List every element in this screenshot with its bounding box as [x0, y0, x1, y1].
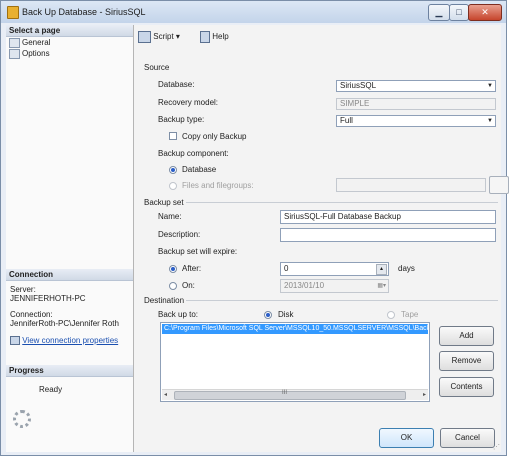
backup-type-label: Backup type: [158, 115, 205, 124]
component-database-label: Database [182, 165, 217, 174]
help-icon [200, 31, 210, 43]
script-icon [138, 31, 151, 43]
backup-dialog-window: Back Up Database - SiriusSQL ▁ □ ✕ Selec… [0, 0, 509, 456]
filegroups-field [336, 178, 486, 192]
backup-type-combo[interactable]: Full ▼ [336, 115, 496, 127]
scroll-left-icon[interactable]: ◂ [164, 391, 167, 398]
maximize-button[interactable]: □ [449, 4, 469, 21]
properties-icon [10, 336, 20, 346]
progress-status: Ready [39, 385, 63, 394]
page-options[interactable]: Options [9, 49, 50, 59]
scroll-grip-icon: III [282, 390, 288, 396]
database-icon [7, 6, 19, 19]
resize-grip-icon[interactable]: ⋰ [493, 443, 500, 451]
tape-radio[interactable] [387, 311, 395, 319]
database-value: SiriusSQL [340, 81, 377, 90]
disk-label: Disk [278, 310, 294, 319]
view-connection-properties-link[interactable]: View connection properties [22, 336, 118, 345]
horizontal-scrollbar[interactable]: ◂ III ▸ [162, 389, 428, 400]
help-button[interactable]: Help [200, 31, 229, 43]
page-icon [9, 49, 20, 59]
page-general[interactable]: General [9, 38, 50, 48]
calendar-icon[interactable]: ▦▾ [377, 280, 386, 292]
name-input[interactable]: SiriusSQL-Full Database Backup [280, 210, 496, 224]
server-label: Server: [10, 285, 36, 294]
general-page: Script ▾ Help Source Database: SiriusSQL… [134, 25, 509, 452]
database-combo[interactable]: SiriusSQL ▼ [336, 80, 496, 92]
destination-listbox[interactable]: C:\Program Files\Microsoft SQL Server\MS… [160, 322, 430, 402]
add-button[interactable]: Add [439, 326, 494, 346]
select-page-header: Select a page [6, 25, 133, 37]
contents-button[interactable]: Contents [439, 377, 494, 397]
progress-spinner-icon [13, 410, 31, 428]
server-value: JENNIFERHOTH-PC [10, 294, 86, 303]
destination-path-row[interactable]: C:\Program Files\Microsoft SQL Server\MS… [162, 324, 428, 334]
destination-group-label: Destination [144, 296, 185, 305]
backup-type-value: Full [340, 116, 353, 125]
ok-button[interactable]: OK [379, 428, 434, 448]
expire-on-label: On: [182, 281, 195, 290]
backup-set-divider [186, 202, 498, 203]
help-label: Help [212, 32, 229, 42]
copy-only-label: Copy only Backup [182, 132, 247, 141]
script-button[interactable]: Script ▾ [138, 31, 180, 43]
expire-on-value: 2013/01/10 [284, 281, 325, 290]
title-bar[interactable]: Back Up Database - SiriusSQL ▁ □ ✕ [1, 1, 506, 23]
recovery-model-label: Recovery model: [158, 98, 219, 107]
expire-on-radio[interactable] [169, 282, 177, 290]
close-button[interactable]: ✕ [468, 4, 502, 21]
view-connection-properties[interactable]: View connection properties [10, 336, 118, 346]
component-database-radio[interactable] [169, 166, 177, 174]
copy-only-checkbox[interactable] [169, 132, 177, 140]
component-files-radio[interactable] [169, 182, 177, 190]
backup-set-group-label: Backup set [144, 198, 184, 207]
name-label: Name: [158, 212, 182, 221]
window-title: Back Up Database - SiriusSQL [22, 7, 146, 17]
expire-after-label: After: [182, 264, 202, 273]
page-general-label: General [22, 38, 51, 48]
minimize-button[interactable]: ▁ [428, 4, 450, 21]
days-label: days [398, 264, 415, 273]
connection-label: Connection: [10, 310, 53, 319]
recovery-model-field: SIMPLE [336, 98, 496, 110]
source-group-label: Source [144, 63, 170, 72]
expire-on-date[interactable]: 2013/01/10 ▦▾ [280, 279, 389, 293]
scroll-thumb[interactable] [174, 391, 406, 400]
chevron-down-icon[interactable]: ▼ [487, 116, 493, 126]
description-label: Description: [158, 230, 201, 239]
connection-header: Connection [6, 269, 133, 281]
expire-after-radio[interactable] [169, 265, 177, 273]
destination-divider [186, 300, 498, 301]
backup-component-label: Backup component: [158, 149, 229, 158]
remove-button[interactable]: Remove [439, 351, 494, 371]
cancel-button[interactable]: Cancel [440, 428, 495, 448]
expire-after-input[interactable]: 0 ▴ [280, 262, 389, 276]
spinner-arrows-icon[interactable]: ▴ [376, 264, 387, 275]
left-pane: Select a page General Options Connection… [6, 25, 134, 452]
expire-label: Backup set will expire: [158, 247, 238, 256]
chevron-down-icon[interactable]: ▾ [176, 32, 180, 41]
scroll-right-icon[interactable]: ▸ [423, 391, 426, 398]
filegroups-browse-button[interactable] [489, 176, 509, 194]
page-options-label: Options [22, 49, 50, 59]
progress-header: Progress [6, 365, 133, 377]
database-label: Database: [158, 80, 195, 89]
tape-label: Tape [401, 310, 419, 319]
description-input[interactable] [280, 228, 496, 242]
chevron-down-icon[interactable]: ▼ [487, 81, 493, 91]
expire-after-value: 0 [284, 264, 289, 273]
page-icon [9, 38, 20, 48]
disk-radio[interactable] [264, 311, 272, 319]
connection-value: JenniferRoth-PC\Jennifer Roth [10, 319, 119, 328]
component-files-label: Files and filegroups: [182, 181, 254, 190]
script-label: Script [153, 32, 174, 42]
dialog-client-area: Select a page General Options Connection… [6, 25, 509, 452]
backup-to-label: Back up to: [158, 310, 199, 319]
